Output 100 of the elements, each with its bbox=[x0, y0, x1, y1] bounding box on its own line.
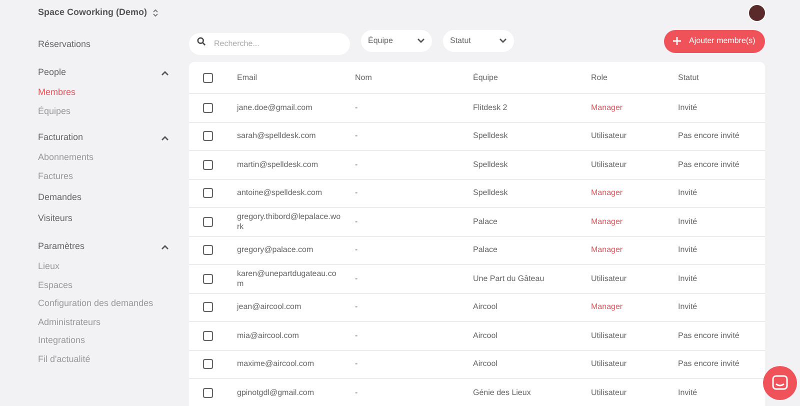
column-header[interactable]: Role bbox=[591, 72, 608, 82]
table-cell: - bbox=[355, 388, 358, 397]
table-cell: Une Part du Gâteau bbox=[473, 274, 544, 283]
table-cell: jane.doe@gmail.com bbox=[237, 102, 312, 112]
checkbox[interactable] bbox=[203, 102, 213, 113]
table-cell: Pas encore invité bbox=[678, 359, 740, 368]
table-cell: antoine@spelldesk.com bbox=[237, 188, 322, 198]
column-header[interactable]: Email bbox=[237, 72, 258, 82]
table-cell: gpinotgdl@gmail.com bbox=[237, 388, 314, 397]
role-label: Manager bbox=[591, 245, 623, 254]
table-cell: Spelldesk bbox=[473, 188, 508, 198]
workspace-name[interactable]: Space Coworking (Demo) bbox=[38, 6, 148, 20]
table-cell: Aircool bbox=[473, 359, 498, 368]
table-cell: Invité bbox=[678, 188, 698, 198]
chevron-up-icon bbox=[161, 134, 169, 140]
chevron-up-icon bbox=[161, 70, 169, 76]
table-cell: Pas encore invité bbox=[678, 131, 740, 140]
chat-button[interactable] bbox=[763, 366, 797, 400]
table-cell: Invité bbox=[678, 102, 698, 112]
sort-icon bbox=[153, 9, 158, 17]
nav-item[interactable]: Configuration des demandes bbox=[38, 294, 169, 312]
nav-item[interactable]: Demandes bbox=[38, 187, 169, 208]
table-cell: - bbox=[355, 216, 358, 226]
role-label: Utilisateur bbox=[591, 131, 627, 140]
search-icon bbox=[197, 36, 206, 46]
table-cell: jean@aircool.com bbox=[237, 302, 302, 312]
table-cell: - bbox=[355, 274, 358, 283]
filter-dropdown[interactable]: Équipe bbox=[361, 30, 432, 52]
table-cell: - bbox=[355, 102, 358, 112]
nav-group-header[interactable]: People bbox=[38, 62, 169, 83]
role-label: Utilisateur bbox=[591, 160, 627, 169]
checkbox[interactable] bbox=[203, 245, 213, 256]
nav-group-header[interactable]: Paramètres bbox=[38, 236, 169, 257]
table-cell: - bbox=[355, 160, 358, 169]
column-header[interactable]: Statut bbox=[678, 72, 699, 82]
search-field[interactable]: Recherche... bbox=[189, 32, 350, 54]
role-label: Utilisateur bbox=[591, 359, 627, 368]
column-header[interactable]: Équipe bbox=[473, 72, 498, 82]
role-label: Manager bbox=[591, 188, 623, 198]
nav-item[interactable]: Visiteurs bbox=[38, 208, 169, 229]
chevron-down-icon bbox=[417, 38, 425, 44]
checkbox[interactable] bbox=[203, 274, 213, 284]
chevron-up-icon bbox=[161, 244, 169, 250]
table-cell: gregory@palace.com bbox=[237, 245, 314, 254]
role-label: Manager bbox=[591, 216, 623, 226]
column-header[interactable]: Nom bbox=[355, 72, 372, 82]
role-label: Utilisateur bbox=[591, 330, 627, 340]
table-cell: Spelldesk bbox=[473, 131, 508, 140]
nav-item[interactable]: Administrateurs bbox=[38, 312, 169, 331]
role-label: Manager bbox=[591, 102, 623, 112]
table-cell: - bbox=[355, 302, 358, 312]
table-cell: - bbox=[355, 131, 358, 140]
nav-item[interactable]: Réservations bbox=[38, 34, 169, 55]
role-label: Utilisateur bbox=[591, 274, 627, 283]
nav-item[interactable]: Membres bbox=[38, 83, 169, 102]
table-cell: karen@unepartdugateau.com bbox=[237, 268, 336, 288]
filter-dropdown[interactable]: Statut bbox=[443, 30, 514, 52]
plus-icon bbox=[673, 37, 681, 45]
table-cell: sarah@spelldesk.com bbox=[237, 131, 316, 140]
table-cell: - bbox=[355, 245, 358, 254]
table-cell: - bbox=[355, 330, 358, 340]
table-cell: Palace bbox=[473, 245, 498, 254]
checkbox[interactable] bbox=[203, 330, 213, 341]
table-cell: Génie des Lieux bbox=[473, 388, 531, 397]
nav-group-header[interactable]: Facturation bbox=[38, 127, 169, 148]
avatar[interactable] bbox=[748, 4, 766, 22]
nav-item[interactable]: Abonnements bbox=[38, 148, 169, 166]
checkbox[interactable] bbox=[203, 302, 213, 312]
nav-item[interactable]: Lieux bbox=[38, 257, 169, 276]
checkbox[interactable] bbox=[203, 131, 213, 142]
table-cell: Invité bbox=[678, 216, 698, 226]
checkbox[interactable] bbox=[203, 160, 213, 170]
checkbox[interactable] bbox=[203, 388, 213, 398]
table-cell: martin@spelldesk.com bbox=[237, 160, 318, 169]
role-label: Utilisateur bbox=[591, 388, 627, 397]
checkbox[interactable] bbox=[203, 359, 213, 370]
chevron-down-icon bbox=[499, 38, 507, 44]
table-cell: - bbox=[355, 188, 358, 198]
checkbox[interactable] bbox=[203, 188, 213, 198]
table-cell: Aircool bbox=[473, 330, 498, 340]
table-cell: Flitdesk 2 bbox=[473, 102, 508, 112]
table-cell: Pas encore invité bbox=[678, 330, 740, 340]
add-member-button[interactable]: Ajouter membre(s) bbox=[664, 30, 765, 52]
table-cell: mia@aircool.com bbox=[237, 330, 299, 340]
table-cell: maxime@aircool.com bbox=[237, 359, 314, 368]
table-cell: Spelldesk bbox=[473, 160, 508, 169]
nav-item[interactable]: Integrations bbox=[38, 331, 169, 350]
table-cell: Invité bbox=[678, 274, 698, 283]
table-cell: gregory.thibord@lepalace.work bbox=[237, 212, 341, 231]
table-cell: Aircool bbox=[473, 302, 498, 312]
table-cell: Palace bbox=[473, 216, 498, 226]
chat-icon bbox=[772, 375, 788, 391]
table-cell: - bbox=[355, 359, 358, 368]
table-cell: Invité bbox=[678, 302, 698, 312]
table-cell: Pas encore invité bbox=[678, 160, 740, 169]
role-label: Manager bbox=[591, 302, 623, 312]
table-cell: Invité bbox=[678, 388, 698, 397]
table-cell: Invité bbox=[678, 245, 698, 254]
checkbox[interactable] bbox=[203, 72, 213, 82]
checkbox[interactable] bbox=[203, 216, 213, 227]
